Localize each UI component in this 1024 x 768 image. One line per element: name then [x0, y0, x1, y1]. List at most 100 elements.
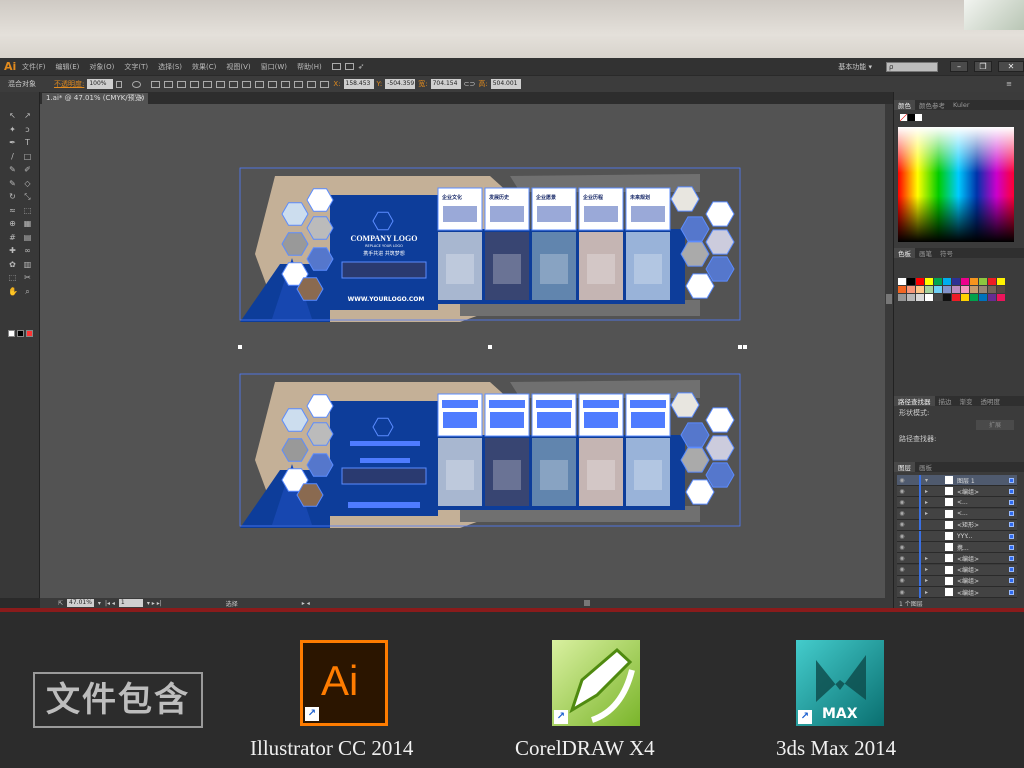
- gradient-tool-icon[interactable]: ▤: [23, 233, 32, 242]
- bridge-icon[interactable]: [331, 63, 341, 70]
- color-swatch[interactable]: [988, 286, 996, 293]
- align-bottom-icon[interactable]: [229, 80, 239, 88]
- visibility-eye-icon[interactable]: ◉: [897, 577, 907, 584]
- menu-edit[interactable]: 编辑(E): [56, 62, 80, 72]
- color-swatch[interactable]: [952, 294, 960, 301]
- target-indicator[interactable]: [1009, 511, 1014, 517]
- color-swatch[interactable]: [916, 286, 924, 293]
- color-swatch[interactable]: [988, 294, 996, 301]
- layer-row[interactable]: ◉ <矩形>: [897, 519, 1017, 531]
- width-field[interactable]: 704.154: [430, 79, 461, 89]
- shape-builder-tool-icon[interactable]: ⊕: [8, 220, 17, 228]
- recolor-icon[interactable]: [132, 80, 142, 88]
- restore-button[interactable]: ❐: [974, 61, 992, 72]
- target-indicator[interactable]: [1009, 567, 1014, 573]
- tab-transparency[interactable]: 透明度: [977, 396, 1005, 406]
- blend-tool-icon[interactable]: ∞: [23, 247, 32, 255]
- align-left-icon[interactable]: [164, 80, 174, 88]
- color-swatch[interactable]: [961, 278, 969, 285]
- color-swatch[interactable]: [907, 286, 915, 293]
- tab-layers[interactable]: 图层: [894, 462, 915, 472]
- layer-row[interactable]: ◉ ▸ <编组>: [897, 564, 1017, 576]
- tab-color[interactable]: 颜色: [894, 100, 915, 110]
- line-tool-icon[interactable]: /: [8, 152, 17, 161]
- opacity-dropdown-icon[interactable]: [116, 80, 123, 88]
- target-indicator[interactable]: [1009, 533, 1014, 539]
- target-indicator[interactable]: [1009, 488, 1014, 494]
- minimize-button[interactable]: –: [950, 61, 968, 72]
- column-graph-tool-icon[interactable]: ▥: [23, 260, 32, 269]
- color-swatch[interactable]: [898, 278, 906, 285]
- hscroll-thumb[interactable]: [583, 600, 590, 606]
- tab-artboards[interactable]: 画板: [915, 462, 936, 472]
- tab-symbols[interactable]: 符号: [936, 248, 957, 258]
- color-swatch[interactable]: [988, 278, 996, 285]
- zoom-dropdown-icon[interactable]: ▾: [98, 600, 101, 607]
- layer-row[interactable]: ◉ ▸ <...: [897, 508, 1017, 520]
- distribute-bottom-icon[interactable]: [268, 80, 278, 88]
- visibility-eye-icon[interactable]: ◉: [897, 533, 907, 540]
- constrain-link-icon[interactable]: ⊂⊃: [464, 80, 476, 88]
- mesh-tool-icon[interactable]: #: [8, 233, 17, 242]
- menu-effect[interactable]: 效果(C): [192, 62, 216, 72]
- color-swatch[interactable]: [952, 286, 960, 293]
- white-swatch[interactable]: [915, 114, 922, 121]
- distribute-hcenter-icon[interactable]: [294, 80, 304, 88]
- layer-row[interactable]: ◉ ▸ <编组>: [897, 552, 1017, 565]
- panel-menu-icon[interactable]: ≡: [1006, 80, 1012, 88]
- opacity-field[interactable]: 100%: [87, 79, 114, 89]
- target-indicator[interactable]: [1009, 555, 1014, 561]
- menu-help[interactable]: 帮助(H): [297, 62, 322, 72]
- slice-tool-icon[interactable]: ✂: [23, 274, 32, 282]
- color-swatch[interactable]: [943, 294, 951, 301]
- menu-view[interactable]: 视图(V): [226, 62, 250, 72]
- expand-triangle-icon[interactable]: ▸: [925, 488, 931, 495]
- target-indicator[interactable]: [1009, 499, 1014, 505]
- expand-triangle-icon[interactable]: ▸: [925, 510, 931, 517]
- color-swatch[interactable]: [916, 294, 924, 301]
- scrollbar-thumb[interactable]: [886, 294, 892, 304]
- color-swatch[interactable]: [970, 294, 978, 301]
- document-tab[interactable]: 1.ai* @ 47.01% (CMYK/预览) ×: [42, 93, 148, 104]
- help-search-input[interactable]: ρ: [886, 61, 938, 72]
- align-hcenter-icon[interactable]: [177, 80, 187, 88]
- color-swatch[interactable]: [898, 294, 906, 301]
- artboard-canvas[interactable]: 企业文化 发展历史 企业愿景 企业历程 未来规划 COMPANY LOGO REPLACE …: [40, 104, 885, 598]
- first-artboard-icon[interactable]: |◂ ◂: [105, 600, 115, 607]
- color-swatch[interactable]: [943, 286, 951, 293]
- distribute-top-icon[interactable]: [242, 80, 252, 88]
- visibility-eye-icon[interactable]: ◉: [897, 589, 907, 596]
- expand-triangle-icon[interactable]: ▸: [925, 577, 931, 584]
- visibility-eye-icon[interactable]: ◉: [897, 566, 907, 573]
- color-swatch[interactable]: [979, 286, 987, 293]
- target-indicator[interactable]: [1009, 477, 1014, 483]
- color-swatch[interactable]: [925, 286, 933, 293]
- fill-color-icon[interactable]: [8, 330, 15, 337]
- artwork[interactable]: 企业文化 发展历史 企业愿景 企业历程 未来规划 COMPANY LOGOREPLACE …: [40, 104, 885, 598]
- reference-point-icon[interactable]: [320, 80, 330, 88]
- color-swatch[interactable]: [898, 286, 906, 293]
- align-right-icon[interactable]: [190, 80, 200, 88]
- menu-object[interactable]: 对象(O): [89, 62, 114, 72]
- blob-brush-tool-icon[interactable]: ✎: [8, 179, 17, 188]
- eyedropper-tool-icon[interactable]: ✚: [8, 247, 17, 255]
- visibility-eye-icon[interactable]: ◉: [897, 488, 907, 495]
- arrange-documents-icon[interactable]: [344, 63, 354, 70]
- pencil-tool-icon[interactable]: ✐: [23, 166, 32, 174]
- target-indicator[interactable]: [1009, 522, 1014, 528]
- expand-triangle-icon[interactable]: ▸: [925, 566, 931, 573]
- tab-kuler[interactable]: Kuler: [949, 101, 974, 109]
- expand-triangle-icon[interactable]: ▸: [925, 589, 931, 596]
- color-swatch[interactable]: [907, 278, 915, 285]
- expand-triangle-icon[interactable]: ▾: [925, 477, 931, 484]
- perspective-tool-icon[interactable]: ▦: [23, 220, 32, 228]
- layer-row[interactable]: ◉ YYY...: [897, 530, 1017, 542]
- rotate-tool-icon[interactable]: ↻: [8, 193, 17, 201]
- opacity-label[interactable]: 不透明度:: [54, 79, 84, 89]
- color-swatch[interactable]: [961, 286, 969, 293]
- target-indicator[interactable]: [1009, 578, 1014, 584]
- free-transform-tool-icon[interactable]: ⬚: [23, 206, 32, 215]
- page-field[interactable]: 1: [118, 599, 143, 607]
- layer-row[interactable]: ◉ 携...: [897, 541, 1017, 554]
- black-swatch[interactable]: [908, 114, 915, 121]
